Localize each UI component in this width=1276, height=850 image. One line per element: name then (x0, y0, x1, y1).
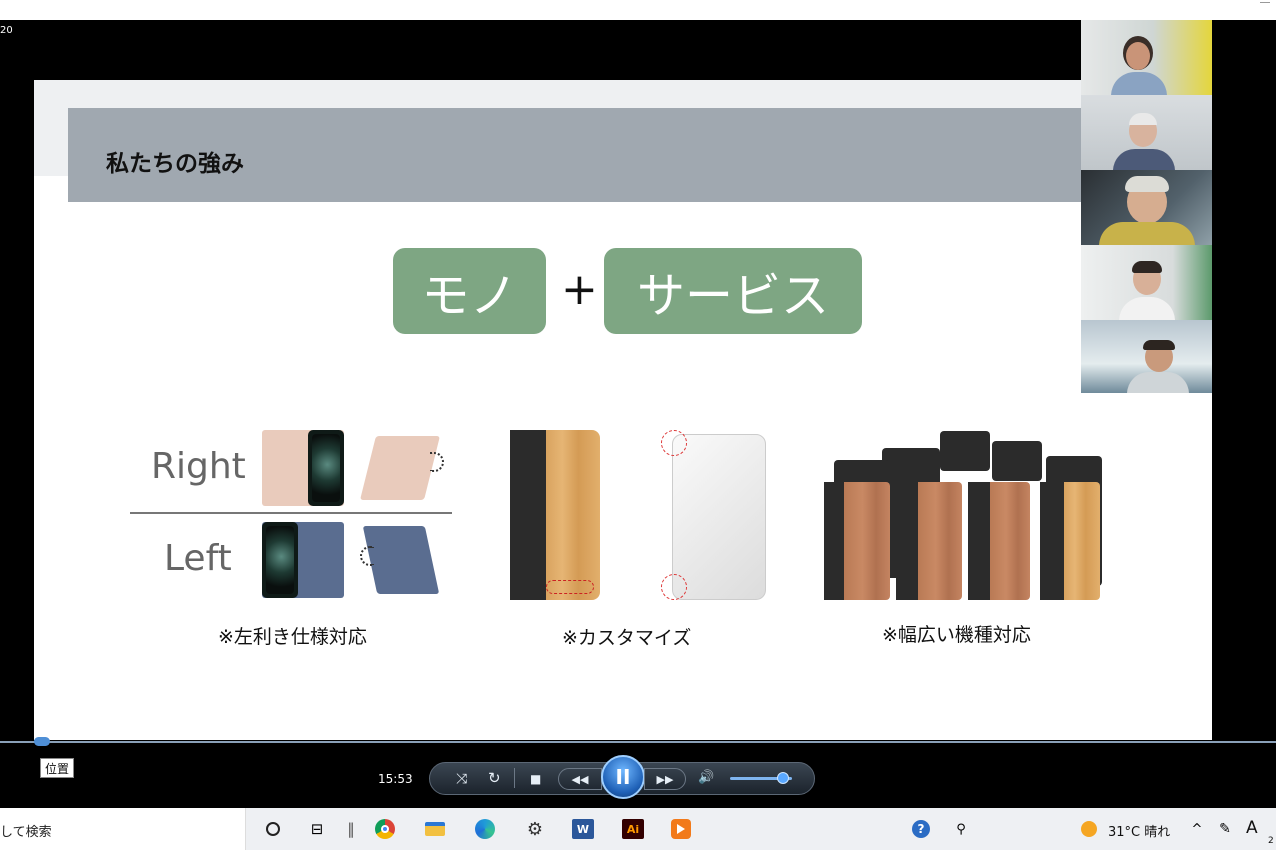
flip-arrow-icon (430, 452, 444, 472)
cortana-icon[interactable] (262, 818, 284, 840)
wood-case-image (990, 482, 1030, 600)
taskbar-search-box[interactable]: して検索 (0, 808, 246, 850)
participant-body (1119, 297, 1175, 320)
minimize-icon[interactable] (1260, 2, 1270, 3)
pill-mono: モノ (393, 248, 546, 334)
wood-case-image (546, 430, 600, 600)
case-spine-image (968, 482, 990, 600)
settings-gear-icon[interactable]: ⚙ (524, 818, 546, 840)
participant-hair (1125, 176, 1169, 192)
frame-number: 20 (0, 25, 13, 36)
phone-back-image (992, 441, 1042, 481)
participant-hair (1143, 340, 1175, 350)
illustrator-icon[interactable]: Ai (622, 818, 644, 840)
participant-hair (1132, 261, 1162, 273)
search-placeholder: して検索 (0, 825, 52, 840)
phone-screen-image (308, 430, 344, 506)
edge-icon[interactable] (474, 818, 496, 840)
participant-video-4[interactable] (1081, 245, 1212, 320)
control-divider (514, 768, 515, 788)
slide-title-bar: 私たちの強み (68, 108, 1212, 202)
seek-bar[interactable] (0, 741, 1276, 743)
slide-title: 私たちの強み (106, 151, 244, 177)
taskbar-separator-icon: ‖ (347, 820, 355, 838)
presentation-slide: 私たちの強み モノ + サービス Right Left ※左利き仕様対応 ※カス… (34, 80, 1212, 740)
participant-hair (1129, 113, 1157, 125)
illustrator-label: Ai (622, 819, 644, 839)
custom-hole-marker-top (661, 430, 687, 456)
screen: 20 私たちの強み モノ + サービス Right Left ※左利き仕様対応 … (0, 0, 1276, 850)
phone-screen-image (262, 522, 298, 598)
case-spine-image (1040, 482, 1064, 600)
left-label: Left (164, 538, 232, 579)
pill-service: サービス (604, 248, 862, 334)
case-spine-image (824, 482, 844, 600)
fast-forward-button[interactable]: ▶▶ (644, 768, 686, 790)
ime-indicator[interactable]: A (1246, 818, 1258, 838)
caption-models: ※幅広い機種対応 (882, 624, 1031, 646)
help-icon[interactable]: ? (910, 818, 932, 840)
word-icon[interactable]: W (572, 818, 594, 840)
chevron-up-icon[interactable]: ^ (1186, 818, 1208, 840)
wood-case-image (1064, 482, 1100, 600)
caption-customize: ※カスタマイズ (562, 627, 692, 649)
file-explorer-icon[interactable] (424, 818, 446, 840)
repeat-icon[interactable]: ↻ (488, 771, 501, 786)
top-window-strip (0, 0, 1276, 20)
seek-bar-handle[interactable] (34, 737, 50, 746)
pen-icon[interactable]: ✎ (1214, 818, 1236, 840)
weather-text[interactable]: 31°C 晴れ (1108, 821, 1170, 840)
participant-body (1111, 72, 1167, 95)
chrome-icon[interactable] (374, 818, 396, 840)
navy-case-flip-image (362, 526, 440, 594)
phone-back-image (940, 431, 990, 471)
clock-fragment[interactable]: 2 (1268, 836, 1274, 846)
pink-case-flip-image (360, 436, 440, 500)
participant-video-5[interactable] (1081, 320, 1212, 393)
black-case-spine-image (510, 430, 546, 600)
shuffle-icon[interactable]: ⤨ (456, 772, 467, 786)
right-left-divider (130, 512, 452, 514)
position-tooltip: 位置 (40, 758, 74, 778)
plus-sign: + (561, 264, 598, 315)
engraving-marker (546, 580, 594, 594)
white-case-back-image (672, 434, 766, 600)
windows-taskbar: して検索 ⊟ ‖ ⚙ W Ai ? ⚲ 31°C 晴れ ^ ✎ A 2 (0, 808, 1276, 850)
wood-case-image (844, 482, 890, 600)
volume-slider-handle[interactable] (776, 772, 789, 784)
right-label: Right (151, 446, 246, 487)
people-icon[interactable]: ⚲ (950, 818, 972, 840)
participant-body (1113, 149, 1175, 170)
participant-body (1127, 372, 1189, 393)
caption-left-hand: ※左利き仕様対応 (218, 626, 367, 648)
elapsed-time: 15:53 (378, 772, 413, 786)
task-view-icon[interactable]: ⊟ (306, 818, 328, 840)
volume-icon[interactable]: 🔊 (698, 771, 714, 784)
participant-video-3[interactable] (1081, 170, 1212, 245)
participant-video-1[interactable] (1081, 20, 1212, 95)
custom-hole-marker-bottom (661, 574, 687, 600)
media-player-icon[interactable] (670, 818, 692, 840)
flip-arrow-icon (360, 546, 374, 566)
case-spine-image (896, 482, 918, 600)
rewind-button[interactable]: ◀◀ (558, 768, 602, 790)
stop-button[interactable]: ■ (530, 773, 541, 785)
participant-face (1126, 42, 1150, 70)
wood-case-image (918, 482, 962, 600)
participant-video-2[interactable] (1081, 95, 1212, 170)
participant-body (1099, 222, 1195, 245)
weather-sun-icon[interactable] (1078, 818, 1100, 840)
pause-button[interactable]: II (601, 755, 645, 799)
word-label: W (572, 819, 594, 839)
